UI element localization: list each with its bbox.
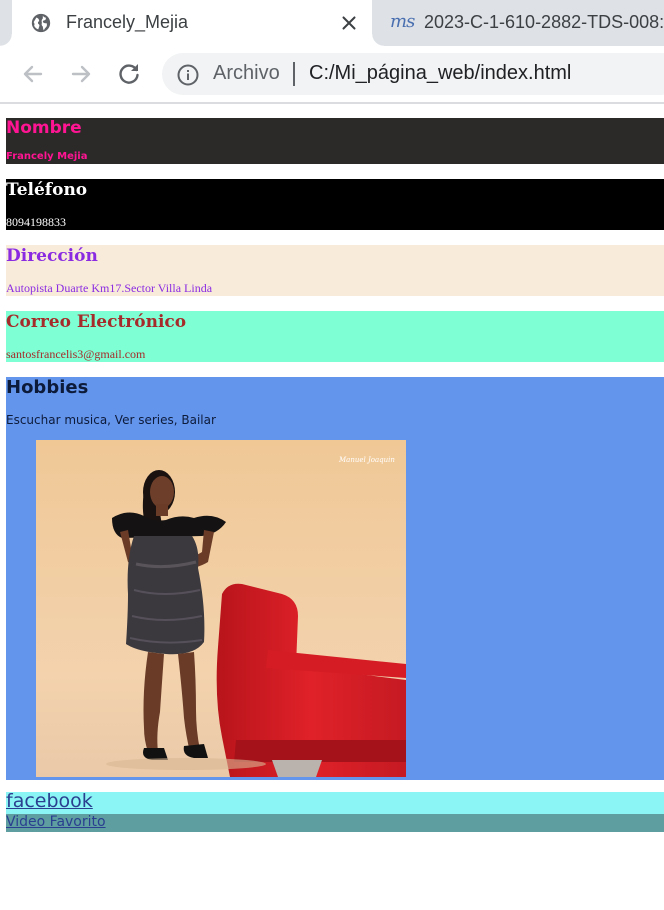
back-arrow-icon[interactable] bbox=[19, 60, 47, 88]
correo-value: santosfrancelis3@gmail.com bbox=[6, 347, 146, 361]
section-direccion: Dirección Autopista Duarte Km17.Sector V… bbox=[6, 245, 664, 296]
close-icon[interactable] bbox=[338, 12, 360, 34]
browser-toolbar: Archivo C:/Mi_página_web/index.html bbox=[0, 46, 664, 102]
tab-strip: Francely_Mejia ms 2023-C-1-610-2882-TDS-… bbox=[0, 0, 664, 46]
telefono-heading: Teléfono bbox=[6, 180, 88, 200]
direccion-value: Autopista Duarte Km17.Sector Villa Linda bbox=[6, 281, 213, 295]
omnibox-divider bbox=[293, 62, 295, 86]
globe-icon bbox=[31, 13, 51, 33]
section-hobbies: Hobbies Escuchar musica, Ver series, Bai… bbox=[6, 377, 664, 780]
video-row: Video Favorito bbox=[6, 814, 664, 832]
telefono-value: 8094198833 bbox=[6, 215, 66, 229]
video-favorito-link[interactable]: Video Favorito bbox=[6, 814, 106, 830]
section-telefono: Teléfono 8094198833 bbox=[6, 179, 664, 230]
direccion-heading: Dirección bbox=[6, 246, 98, 266]
nombre-value: Francely Mejia bbox=[6, 151, 88, 162]
scheme-label: Archivo bbox=[213, 62, 280, 84]
section-correo: Correo Electrónico santosfrancelis3@gmai… bbox=[6, 311, 664, 362]
forward-arrow-icon[interactable] bbox=[67, 60, 95, 88]
toolbar-divider bbox=[0, 102, 664, 104]
tab-active[interactable]: Francely_Mejia bbox=[0, 0, 384, 46]
hobbies-value: Escuchar musica, Ver series, Bailar bbox=[6, 413, 216, 427]
tab-title: Francely_Mejia bbox=[66, 12, 189, 32]
tab-inactive[interactable]: ms 2023-C-1-610-2882-TDS-008: bbox=[372, 0, 664, 46]
nombre-heading: Nombre bbox=[6, 118, 82, 138]
address-bar[interactable]: Archivo C:/Mi_página_web/index.html bbox=[162, 53, 664, 95]
section-nombre: Nombre Francely Mejia bbox=[6, 118, 664, 164]
info-icon[interactable] bbox=[176, 63, 200, 87]
site-favicon-icon: ms bbox=[390, 11, 415, 32]
svg-text:Manuel Joaquin: Manuel Joaquin bbox=[338, 456, 395, 464]
profile-photo: Manuel Joaquin bbox=[36, 440, 406, 777]
correo-heading: Correo Electrónico bbox=[6, 312, 187, 332]
facebook-link[interactable]: facebook bbox=[6, 790, 93, 812]
facebook-row: facebook bbox=[6, 790, 664, 814]
tab-title: 2023-C-1-610-2882-TDS-008: bbox=[424, 12, 664, 32]
url-text: C:/Mi_página_web/index.html bbox=[309, 62, 572, 84]
hobbies-heading: Hobbies bbox=[6, 377, 89, 398]
reload-icon[interactable] bbox=[115, 60, 143, 88]
